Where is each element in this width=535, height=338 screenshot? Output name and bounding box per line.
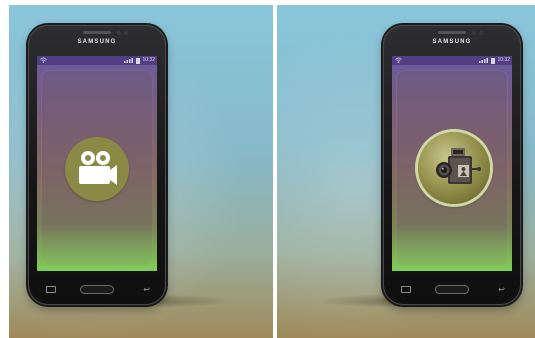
phone-screen: 10:32 [37,56,157,271]
recent-apps-button[interactable] [46,286,56,293]
signal-icon [124,58,133,63]
phone-device-left: SAMSUNG 10:32 ↩ [28,25,166,305]
sensor-dot [479,31,483,35]
signal-icon [479,58,488,63]
phone-device-right: SAMSUNG 10:32 ↩ [383,25,521,305]
wifi-icon [395,57,402,63]
card-bottom-band [41,224,153,266]
sensor-dot [124,31,128,35]
earpiece-speaker [83,31,111,34]
battery-icon [491,58,495,64]
recent-apps-button[interactable] [401,286,411,293]
status-bar: 10:32 [37,56,157,65]
back-button[interactable]: ↩ [143,286,150,294]
status-time: 10:32 [142,57,155,63]
vintage-movie-camera-app-icon[interactable] [418,132,490,204]
phone-screen: 10:32 [392,56,512,271]
card-bottom-band [396,224,508,266]
home-button[interactable] [80,285,114,294]
earpiece-speaker [438,31,466,34]
video-camera-app-icon[interactable] [65,137,129,201]
home-button[interactable] [435,285,469,294]
brand-label: SAMSUNG [432,39,472,45]
brand-label: SAMSUNG [77,39,117,45]
video-camera-icon [79,151,117,185]
battery-icon [136,58,140,64]
back-button[interactable]: ↩ [498,286,505,294]
status-bar: 10:32 [392,56,512,65]
left-panel: SAMSUNG 10:32 ↩ [9,5,273,338]
status-time: 10:32 [497,57,510,63]
front-camera-dot [117,31,121,35]
vintage-movie-camera-icon [436,148,481,184]
wifi-icon [40,57,47,63]
front-camera-dot [472,31,476,35]
right-panel: SAMSUNG 10:32 ↩ [277,5,535,338]
